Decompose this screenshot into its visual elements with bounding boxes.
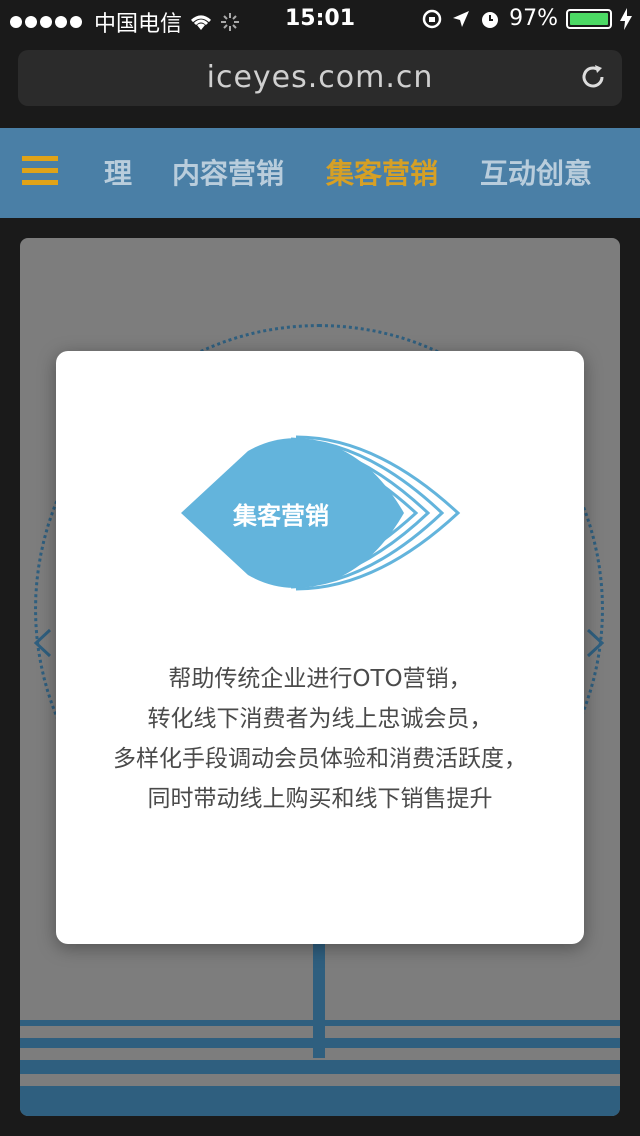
description-line: 帮助传统企业进行OTO营销，	[168, 666, 472, 692]
info-modal: 集客营销 帮助传统企业进行OTO营销， 转化线下消费者为线上忠诚会员， 多样化手…	[56, 351, 584, 944]
description-line: 转化线下消费者为线上忠诚会员，	[147, 706, 493, 732]
description-line: 多样化手段调动会员体验和消费活跃度，	[113, 746, 527, 772]
modal-overlay[interactable]: 集客营销 帮助传统企业进行OTO营销， 转化线下消费者为线上忠诚会员， 多样化手…	[0, 0, 640, 1136]
modal-description: 帮助传统企业进行OTO营销， 转化线下消费者为线上忠诚会员， 多样化手段调动会员…	[56, 659, 584, 819]
description-line: 同时带动线上购买和线下销售提升	[147, 786, 493, 812]
emblem-label: 集客营销	[233, 502, 329, 530]
